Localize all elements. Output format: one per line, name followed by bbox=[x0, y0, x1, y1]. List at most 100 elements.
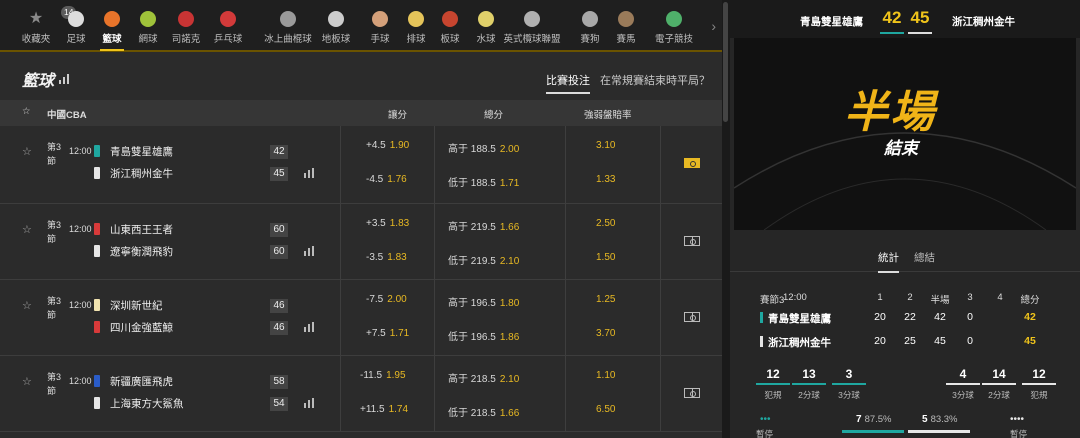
court-icon[interactable] bbox=[684, 312, 700, 322]
away-team-name[interactable]: 浙江稠州金牛 bbox=[94, 166, 173, 181]
match-time: 12:00 bbox=[69, 300, 92, 310]
floorball-icon bbox=[328, 11, 344, 27]
sport-tab-4[interactable]: 司諾克 bbox=[168, 0, 204, 50]
stats-icon[interactable] bbox=[304, 398, 314, 408]
total-line: 高于 196.5 bbox=[448, 298, 496, 309]
score-cell: 22 bbox=[904, 311, 916, 323]
tab-statistics[interactable]: 統計 bbox=[878, 250, 899, 273]
stats-icon[interactable] bbox=[304, 322, 314, 332]
home-stat-2: 3 3分球 bbox=[832, 365, 866, 401]
total-odd[interactable]: 低于 196.5 1.86 bbox=[448, 328, 519, 343]
stat-label: 2分球 bbox=[988, 390, 1010, 400]
sport-tab-0[interactable]: ★ 收藏夾 14 bbox=[18, 0, 77, 50]
stats-icon[interactable] bbox=[59, 74, 71, 84]
stats-icon[interactable] bbox=[304, 246, 314, 256]
total-line: 低于 218.5 bbox=[448, 408, 496, 419]
total-odd[interactable]: 低于 218.5 1.66 bbox=[448, 404, 519, 419]
star-icon[interactable]: ☆ bbox=[22, 106, 31, 117]
away-stat-1: 14 2分球 bbox=[982, 365, 1016, 401]
handicap-line: -11.5 bbox=[360, 370, 383, 381]
sport-tab-label: 足球 bbox=[66, 34, 86, 45]
jersey-icon bbox=[94, 223, 100, 235]
handicap-odd[interactable]: +3.5 1.83 bbox=[366, 218, 409, 229]
sport-tab-15[interactable]: 電子競技 bbox=[644, 0, 704, 50]
handicap-odd[interactable]: +11.5 1.74 bbox=[360, 404, 408, 415]
score-col-header: 4 bbox=[997, 292, 1003, 303]
timeout-dots-away: •••• bbox=[1010, 414, 1025, 425]
moneyline-odd[interactable]: 1.25 bbox=[596, 294, 615, 305]
moneyline-odd[interactable]: 1.10 bbox=[596, 370, 615, 381]
sport-tab-6[interactable]: 冰上曲棍球 bbox=[258, 0, 318, 50]
moneyline-odd[interactable]: 6.50 bbox=[596, 404, 615, 415]
total-odd[interactable]: 高于 188.5 2.00 bbox=[448, 140, 519, 155]
star-icon[interactable]: ☆ bbox=[22, 299, 32, 312]
total-odd[interactable]: 高于 219.5 1.66 bbox=[448, 218, 519, 233]
col-moneyline: 強弱盤賠率 bbox=[584, 110, 632, 121]
match-period: 第3節 bbox=[47, 296, 62, 320]
court-icon[interactable] bbox=[684, 388, 700, 398]
sport-tab-1[interactable]: 足球 bbox=[58, 0, 94, 50]
match-time: 12:00 bbox=[69, 146, 92, 156]
scrollbar-thumb[interactable] bbox=[723, 2, 728, 122]
sport-tab-14[interactable]: 賽馬 bbox=[608, 0, 644, 50]
tab-live-betting[interactable]: 比賽投注 bbox=[546, 72, 590, 94]
timeout-dots-home: ••• bbox=[760, 414, 771, 425]
sport-tab-2[interactable]: 籃球 bbox=[94, 0, 130, 51]
home-team-name[interactable]: 新疆廣匯飛虎 bbox=[94, 374, 173, 389]
away-team-name[interactable]: 四川金強藍鯨 bbox=[94, 320, 173, 335]
handicap-odd[interactable]: -7.5 2.00 bbox=[366, 294, 407, 305]
moneyline-odd[interactable]: 1.50 bbox=[596, 252, 615, 263]
stat-bar bbox=[1022, 383, 1056, 385]
sport-tab-12[interactable]: 英式欖球聯盟 bbox=[502, 0, 562, 50]
detail-home-team: 青島雙星雄鷹 bbox=[800, 16, 863, 28]
total-odd[interactable]: 低于 219.5 2.10 bbox=[448, 252, 519, 267]
sport-tab-8[interactable]: 手球 bbox=[362, 0, 398, 50]
away-stat-2: 12 犯規 bbox=[1022, 365, 1056, 401]
chevron-right-icon[interactable]: › bbox=[711, 18, 716, 34]
total-odd[interactable]: 高于 196.5 1.80 bbox=[448, 294, 519, 309]
handicap-price: 1.83 bbox=[387, 252, 407, 263]
away-team-name[interactable]: 上海東方大鯊魚 bbox=[94, 396, 184, 411]
total-line: 低于 219.5 bbox=[448, 256, 496, 267]
total-odd[interactable]: 低于 188.5 1.71 bbox=[448, 174, 519, 189]
live-court-icon[interactable] bbox=[684, 158, 700, 168]
home-team-name[interactable]: 深圳新世紀 bbox=[94, 298, 163, 313]
jersey-icon bbox=[94, 167, 100, 179]
sport-tab-5[interactable]: 乒乓球 bbox=[210, 0, 246, 50]
tab-summary[interactable]: 總結 bbox=[914, 250, 935, 265]
sport-tab-11[interactable]: 水球 bbox=[468, 0, 504, 50]
moneyline-odd[interactable]: 2.50 bbox=[596, 218, 615, 229]
sport-tab-label: 英式欖球聯盟 bbox=[503, 34, 561, 45]
court-icon[interactable] bbox=[684, 236, 700, 246]
home-team-name[interactable]: 青島雙星雄鷹 bbox=[94, 144, 173, 159]
sport-tab-7[interactable]: 地板球 bbox=[318, 0, 354, 50]
score-col-header: 3 bbox=[967, 292, 973, 303]
scrollbar[interactable] bbox=[722, 0, 730, 438]
away-team-name[interactable]: 遼寧衡潤飛豹 bbox=[94, 244, 173, 259]
star-icon[interactable]: ☆ bbox=[22, 223, 32, 236]
sport-tab-3[interactable]: 網球 bbox=[130, 0, 166, 50]
possession-count: 7 bbox=[856, 414, 862, 425]
sport-tab-9[interactable]: 排球 bbox=[398, 0, 434, 50]
moneyline-odd[interactable]: 3.70 bbox=[596, 328, 615, 339]
total-odd[interactable]: 高于 218.5 2.10 bbox=[448, 370, 519, 385]
moneyline-odd[interactable]: 1.33 bbox=[596, 174, 615, 185]
handicap-odd[interactable]: +4.5 1.90 bbox=[366, 140, 409, 151]
detail-tabs: 統計 總結 bbox=[730, 240, 1080, 273]
handicap-odd[interactable]: -11.5 1.95 bbox=[360, 370, 406, 381]
handicap-odd[interactable]: +7.5 1.71 bbox=[366, 328, 409, 339]
moneyline-odd[interactable]: 3.10 bbox=[596, 140, 615, 151]
sport-tab-13[interactable]: 賽狗 bbox=[572, 0, 608, 50]
col-total: 總分 bbox=[484, 110, 504, 121]
handicap-line: -7.5 bbox=[366, 294, 384, 305]
star-icon[interactable]: ☆ bbox=[22, 375, 32, 388]
stats-icon[interactable] bbox=[304, 168, 314, 178]
column-divider bbox=[565, 126, 566, 203]
total-price: 1.71 bbox=[499, 178, 520, 189]
star-icon[interactable]: ☆ bbox=[22, 145, 32, 158]
sport-tab-10[interactable]: 板球 bbox=[432, 0, 468, 50]
handicap-odd[interactable]: -4.5 1.76 bbox=[366, 174, 407, 185]
tab-regular-time-draw[interactable]: 在常規賽結束時平局？ bbox=[600, 72, 710, 88]
home-team-name[interactable]: 山東西王王者 bbox=[94, 222, 173, 237]
handicap-odd[interactable]: -3.5 1.83 bbox=[366, 252, 407, 263]
